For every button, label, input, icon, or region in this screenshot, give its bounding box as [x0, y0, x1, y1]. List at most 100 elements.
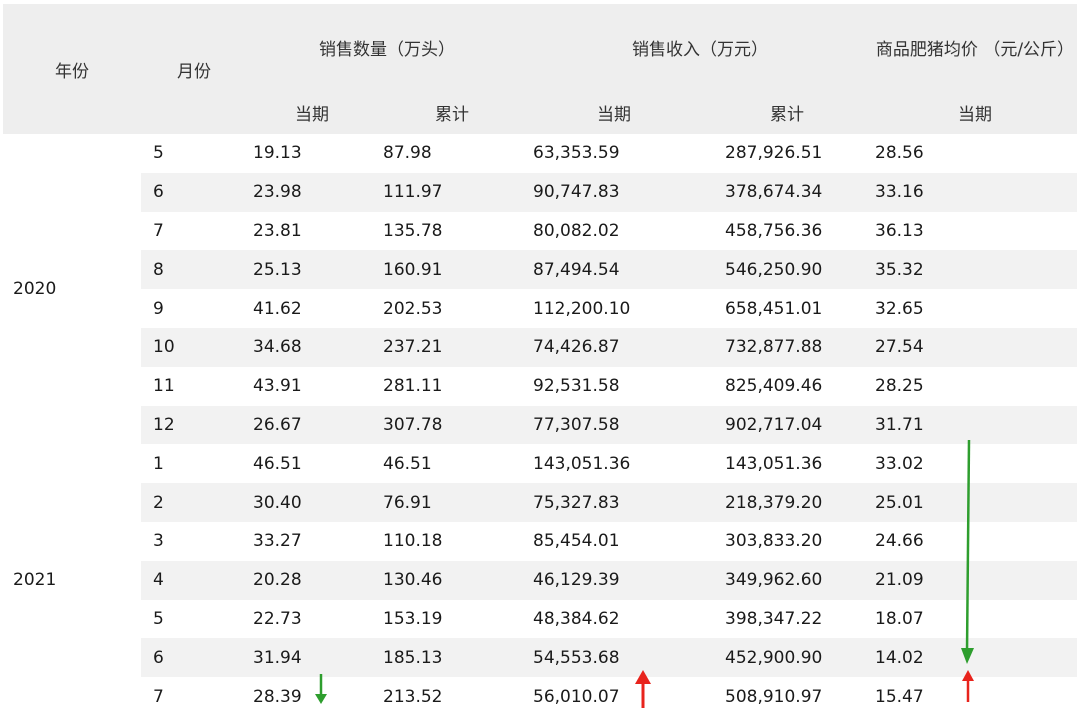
table-row: 6 23.98 111.97 90,747.83 378,674.34 33.16 [3, 172, 1077, 212]
year-cell: 2020 [3, 134, 141, 445]
qty-cumulative-cell: 202.53 [383, 298, 443, 319]
rev-cumulative-cell: 825,409.46 [725, 376, 823, 397]
rev-cumulative-cell: 452,900.90 [701, 638, 873, 678]
rev-current-cell: 77,307.58 [527, 405, 701, 445]
qty-cumulative-cell: 307.78 [377, 405, 527, 445]
month-cell: 2 [141, 483, 247, 522]
qty-cumulative-cell: 213.52 [383, 686, 443, 707]
rev-current-cell: 54,553.68 [527, 638, 701, 678]
qty-cumulative-cell: 135.78 [383, 220, 443, 241]
table-row: 4 20.28 130.46 46,129.39 349,962.60 21.09 [3, 560, 1077, 600]
qty-cumulative-cell: 281.11 [383, 376, 443, 397]
qty-current-cell: 30.40 [247, 483, 377, 522]
header-rev-cumulative: 累计 [701, 90, 873, 134]
qty-current-cell: 31.94 [247, 638, 377, 678]
rev-current-cell: 92,531.58 [533, 376, 620, 397]
table-row: 6 31.94 185.13 54,553.68 452,900.90 14.02 [3, 638, 1077, 678]
qty-current-cell: 23.81 [253, 220, 302, 241]
rev-cumulative-cell: 732,877.88 [701, 327, 873, 367]
rev-cumulative-cell: 303,833.20 [725, 531, 823, 552]
qty-current-cell: 26.67 [247, 405, 377, 445]
month-cell: 5 [153, 143, 164, 164]
price-current-cell: 35.32 [873, 250, 1077, 290]
qty-cumulative-cell: 46.51 [383, 453, 432, 474]
header-rev-current: 当期 [527, 90, 701, 134]
header-price: 商品肥猪均价 （元/公斤） [873, 4, 1077, 90]
table-row: 2021 1 46.51 46.51 143,051.36 143,051.36 33.02 [3, 444, 1077, 716]
table-row: 5 22.73 153.19 48,384.62 398,347.22 18.07 [3, 600, 1077, 639]
qty-current-cell: 41.62 [253, 298, 302, 319]
rev-current-cell: 90,747.83 [527, 172, 701, 212]
qty-current-cell: 25.13 [247, 250, 377, 290]
qty-current-cell: 22.73 [253, 608, 302, 629]
month-cell: 7 [153, 220, 164, 241]
qty-current-cell: 23.98 [247, 172, 377, 212]
rev-current-cell: 75,327.83 [527, 483, 701, 522]
month-cell: 1 [153, 453, 164, 474]
rev-up-arrow-icon [635, 670, 651, 708]
rev-current-cell: 85,454.01 [533, 531, 620, 552]
month-cell: 11 [153, 376, 175, 397]
price-current-cell: 36.13 [875, 220, 924, 241]
qty-current-cell: 33.27 [253, 531, 302, 552]
rev-current-cell: 56,010.07 [533, 686, 620, 707]
qty-cumulative-cell: 153.19 [383, 608, 443, 629]
table-row: 11 43.91 281.11 92,531.58 825,409.46 28.25 [3, 367, 1077, 406]
price-up-arrow-icon [962, 670, 974, 702]
sales-table: 年份 月份 销售数量（万头） 销售收入（万元） 商品肥猪均价 （元/公斤） 当期… [3, 4, 1077, 716]
qty-down-arrow-icon [315, 674, 327, 704]
rev-current-cell: 48,384.62 [533, 608, 620, 629]
qty-current-cell: 46.51 [253, 453, 302, 474]
rev-cumulative-cell: 658,451.01 [725, 298, 823, 319]
rev-cumulative-cell: 349,962.60 [701, 560, 873, 600]
month-cell: 10 [141, 327, 247, 367]
header-sales-qty: 销售数量（万头） [247, 4, 527, 90]
header-qty-current: 当期 [247, 90, 377, 134]
rev-cumulative-cell: 398,347.22 [725, 608, 823, 629]
table-row: 8 25.13 160.91 87,494.54 546,250.90 35.32 [3, 250, 1077, 290]
rev-cumulative-cell: 143,051.36 [725, 453, 823, 474]
table-row: 7 23.81 135.78 80,082.02 458,756.36 36.13 [3, 212, 1077, 251]
rev-cumulative-cell: 546,250.90 [701, 250, 873, 290]
price-current-cell: 32.65 [875, 298, 924, 319]
header-price-current: 当期 [873, 90, 1077, 134]
table-row: 7 28.39 213.52 56,010.07 508,910.97 15.47 [3, 677, 1077, 716]
month-cell: 12 [141, 405, 247, 445]
table-row: 2 30.40 76.91 75,327.83 218,379.20 25.01 [3, 483, 1077, 522]
month-cell: 6 [141, 638, 247, 678]
qty-current-cell: 43.91 [253, 376, 302, 397]
rev-cumulative-cell: 902,717.04 [701, 405, 873, 445]
header-qty-cumulative: 累计 [377, 90, 527, 134]
table-body: 2020 5 19.13 87.98 63,353.59 287,926.51 28.56 6… [3, 134, 1077, 716]
table-row: 12 26.67 307.78 77,307.58 902,717.04 31.71 [3, 405, 1077, 445]
month-cell: 6 [141, 172, 247, 212]
rev-cumulative-cell: 218,379.20 [701, 483, 873, 522]
qty-cumulative-cell: 237.21 [377, 327, 527, 367]
header-year: 年份 [3, 4, 141, 134]
month-cell: 8 [141, 250, 247, 290]
table-row: 3 33.27 110.18 85,454.01 303,833.20 24.66 [3, 522, 1077, 561]
qty-cumulative-cell: 160.91 [377, 250, 527, 290]
qty-current-cell: 20.28 [247, 560, 377, 600]
rev-current-cell: 143,051.36 [533, 453, 631, 474]
qty-cumulative-cell: 76.91 [377, 483, 527, 522]
qty-cumulative-cell: 130.46 [377, 560, 527, 600]
price-current-cell: 33.16 [873, 172, 1077, 212]
rev-cumulative-cell: 378,674.34 [701, 172, 873, 212]
qty-cumulative-cell: 110.18 [383, 531, 443, 552]
month-cell: 4 [141, 560, 247, 600]
qty-current-cell: 28.39 [253, 686, 302, 707]
month-cell: 3 [153, 531, 164, 552]
rev-cumulative-cell: 508,910.97 [725, 686, 823, 707]
header-month: 月份 [141, 4, 247, 134]
rev-current-cell: 74,426.87 [527, 327, 701, 367]
qty-current-cell: 34.68 [247, 327, 377, 367]
price-current-cell: 27.54 [873, 327, 1077, 367]
table-row: 2020 5 19.13 87.98 63,353.59 287,926.51 28.56 [3, 134, 1077, 445]
rev-cumulative-cell: 287,926.51 [725, 143, 823, 164]
qty-cumulative-cell: 111.97 [377, 172, 527, 212]
rev-current-cell: 112,200.10 [533, 298, 631, 319]
rev-cumulative-cell: 458,756.36 [725, 220, 823, 241]
month-cell: 9 [153, 298, 164, 319]
qty-cumulative-cell: 185.13 [377, 638, 527, 678]
